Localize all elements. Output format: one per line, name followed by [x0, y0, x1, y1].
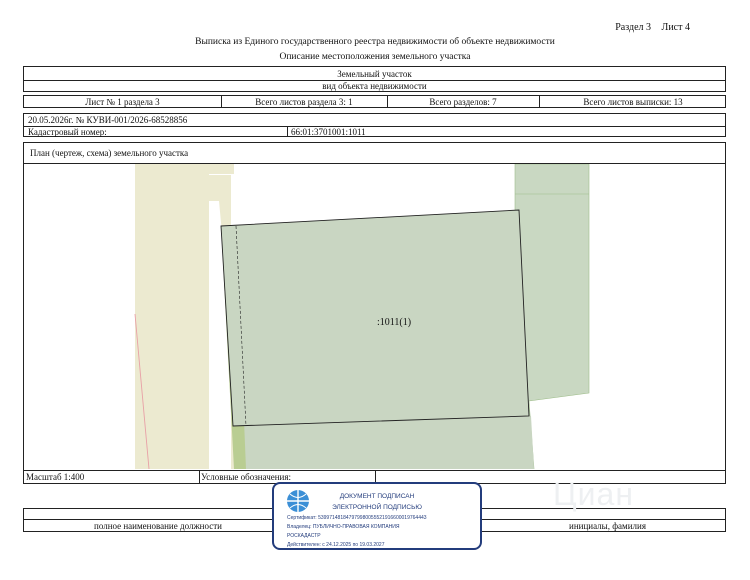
sheet-number: Лист 4: [661, 22, 690, 33]
scale-label: Масштаб 1:400: [26, 472, 85, 482]
object-type-caption: вид объекта недвижимости: [322, 81, 427, 91]
cadastral-label: Кадастровый номер:: [28, 126, 107, 137]
signature-line2: ЭЛЕКТРОННОЙ ПОДПИСЬЮ: [332, 504, 422, 511]
page-indicator: Раздел 3 Лист 4: [607, 22, 690, 33]
watermark-logo: Циан: [553, 476, 635, 512]
plan-heading: План (чертеж, схема) земельного участка: [30, 148, 189, 158]
total-sheets-section: Всего листов раздела 3: 1: [255, 96, 353, 107]
plan-frame: План (чертеж, схема) земельного участка …: [23, 142, 726, 484]
electronic-signature-stamp: ДОКУМЕНТ ПОДПИСАН ЭЛЕКТРОННОЙ ПОДПИСЬЮ С…: [272, 482, 482, 550]
object-type-box: Земельный участок вид объекта недвижимос…: [23, 66, 726, 92]
document-subtitle: Описание местоположения земельного участ…: [279, 52, 471, 62]
legend-label: Условные обозначения:: [201, 472, 292, 482]
signature-line1: ДОКУМЕНТ ПОДПИСАН: [339, 493, 415, 500]
cadastral-number: 66:01:3701001:1011: [291, 126, 366, 137]
signature-owner-line1: Владелец: ПУБЛИЧНО-ПРАВОВАЯ КОМПАНИЯ: [287, 524, 400, 530]
sheet-info-row: Лист № 1 раздела 3 Всего листов раздела …: [23, 95, 726, 108]
main-parcel: [220, 209, 530, 427]
sheet-of-section: Лист № 1 раздела 3: [85, 96, 160, 107]
initials-caption: инициалы, фамилия: [569, 521, 646, 531]
signature-owner-line2: РОСКАДАСТР: [287, 533, 321, 539]
parcel-label: :1011(1): [377, 317, 411, 328]
document-title: Выписка из Единого государственного реес…: [195, 37, 555, 47]
total-sheets-extract: Всего листов выписки: 13: [583, 96, 683, 107]
section-number: Раздел 3: [615, 22, 652, 33]
record-date-number: 20.05.2026г. № КУВИ-001/2026-68528856: [28, 115, 188, 125]
plan-map: :1011(1): [134, 164, 590, 469]
total-sections: Всего разделов: 7: [429, 96, 497, 107]
signature-certificate: Сертификат: 5399714818479799800555219166…: [287, 515, 427, 521]
record-box: 20.05.2026г. № КУВИ-001/2026-68528856 Ка…: [23, 113, 726, 137]
signature-valid: Действителен: с 24.12.2025 по 19.03.2027: [287, 542, 385, 548]
object-type: Земельный участок: [337, 68, 412, 79]
position-caption: полное наименование должности: [94, 521, 222, 531]
